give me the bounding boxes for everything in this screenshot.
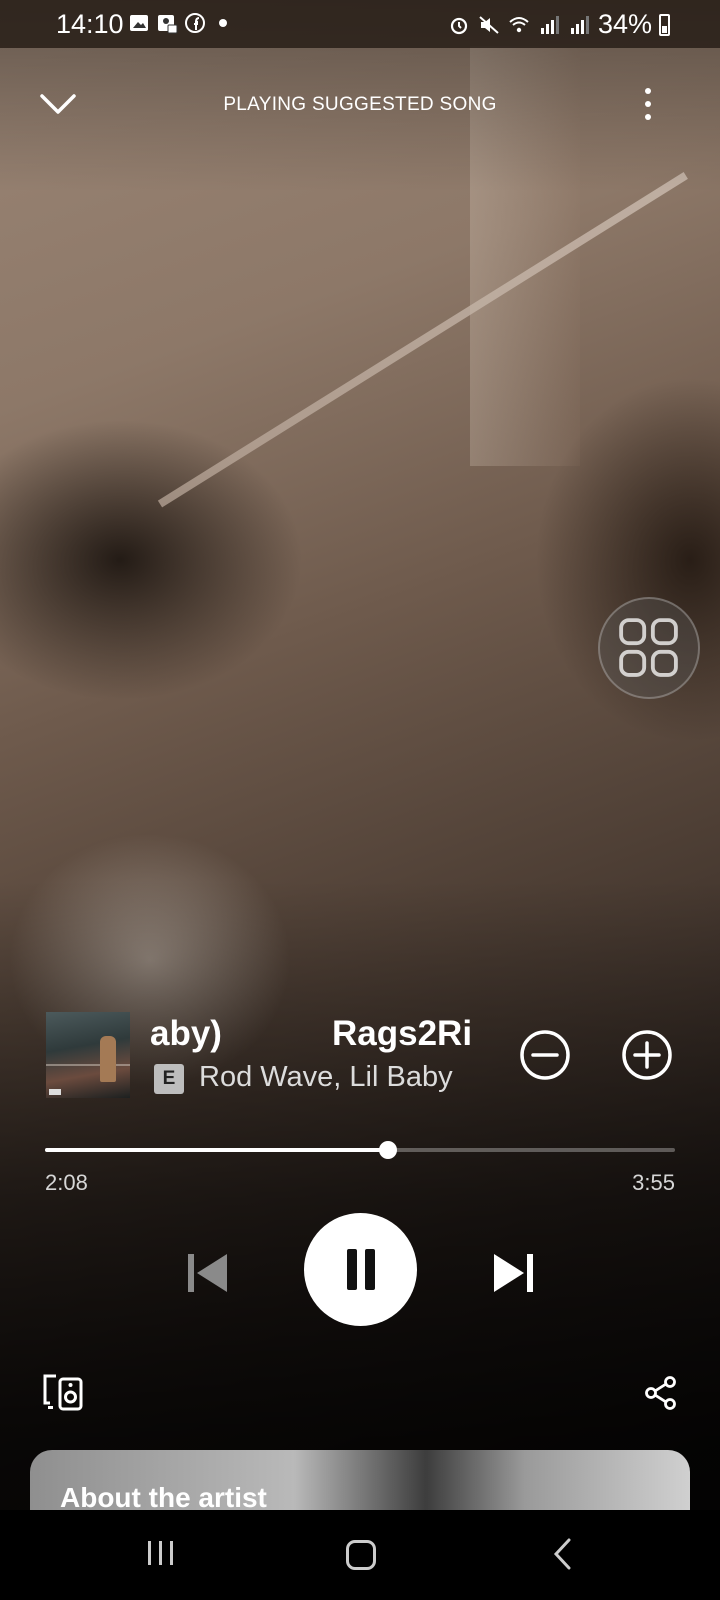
album-cover[interactable] (46, 1012, 130, 1098)
status-left-icons (128, 12, 234, 34)
signal-icon (570, 15, 589, 34)
system-nav-bar (0, 1510, 720, 1600)
contact-facebook-icon (158, 15, 178, 34)
about-artist-title: About the artist (60, 1482, 267, 1510)
signal-icon (540, 15, 559, 34)
cover-rail (46, 1064, 130, 1066)
track-title[interactable]: aby) Rags2Ri (150, 1014, 472, 1060)
devices-icon[interactable] (42, 1373, 84, 1411)
battery-percentage: 34% (597, 9, 652, 39)
alarm-icon (450, 17, 468, 34)
battery-icon (659, 14, 670, 36)
more-vertical-icon[interactable] (640, 86, 656, 122)
minus-circle-icon[interactable] (519, 1029, 571, 1081)
track-artists[interactable]: Rod Wave, Lil Baby (199, 1061, 453, 1094)
skip-previous-icon[interactable] (185, 1250, 231, 1296)
status-right-icons: 34% (448, 9, 652, 40)
about-artist-card[interactable]: About the artist (30, 1450, 690, 1510)
back-icon[interactable] (552, 1538, 572, 1570)
facebook-icon (185, 13, 205, 33)
status-time: 14:10 (56, 9, 124, 39)
total-time: 3:55 (632, 1170, 675, 1195)
mute-icon (479, 15, 499, 34)
pause-icon-bar (365, 1249, 375, 1290)
track-title-fragment-left: aby) (150, 1014, 222, 1053)
page-title: PLAYING SUGGESTED SONG (223, 94, 497, 115)
progress-fill (45, 1148, 388, 1152)
dot-icon (219, 19, 227, 27)
cover-figure (100, 1036, 116, 1082)
explicit-badge: E (154, 1064, 184, 1094)
share-icon[interactable] (644, 1376, 678, 1410)
track-title-fragment-right: Rags2Ri (332, 1014, 472, 1053)
progress-knob[interactable] (378, 1141, 397, 1159)
plus-circle-icon[interactable] (621, 1029, 673, 1081)
pause-icon (347, 1249, 357, 1290)
status-bar: 14:10 34% (0, 0, 720, 48)
skip-next-icon[interactable] (490, 1250, 536, 1296)
background-shade (0, 0, 720, 1600)
grid-icon (619, 618, 678, 677)
chevron-down-icon[interactable] (38, 88, 78, 118)
elapsed-time: 2:08 (45, 1170, 88, 1195)
cover-advisory-label (49, 1089, 61, 1095)
gallery-icon (130, 15, 148, 31)
progress-bar[interactable] (45, 1141, 675, 1159)
wifi-icon (509, 16, 529, 32)
home-icon[interactable] (346, 1540, 376, 1570)
recent-apps-icon[interactable] (146, 1538, 176, 1568)
pause-button[interactable] (304, 1213, 417, 1326)
floating-grid-button[interactable] (598, 597, 700, 699)
